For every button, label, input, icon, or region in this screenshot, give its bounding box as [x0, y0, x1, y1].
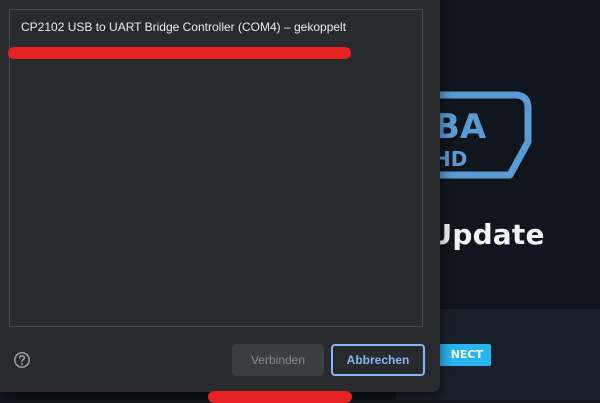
device-list-item[interactable]: CP2102 USB to UART Bridge Controller (CO… — [10, 10, 422, 44]
brand-logo: BA HD — [434, 91, 532, 179]
question-circle-icon[interactable] — [13, 351, 31, 369]
logo-text: BA — [434, 107, 487, 147]
connect-device-button[interactable]: Verbinden — [232, 344, 324, 376]
redaction-mark — [8, 47, 351, 59]
cancel-button[interactable]: Abbrechen — [331, 344, 425, 376]
screen: BA HD D Update NECT CP2102 USB to UART B… — [0, 0, 600, 403]
redaction-mark — [208, 391, 352, 403]
